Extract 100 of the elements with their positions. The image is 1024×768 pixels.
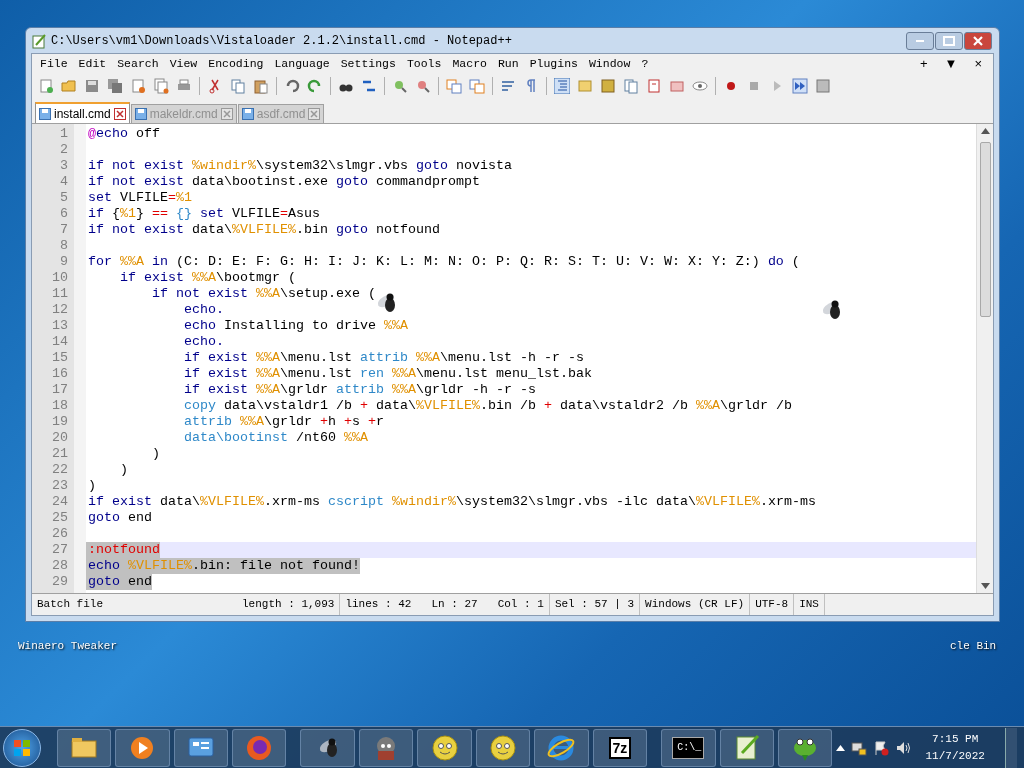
menu-item[interactable]: Search (112, 54, 164, 73)
line-number: 13 (52, 318, 68, 334)
editor-line[interactable]: if not exist %%A\setup.exe ( (86, 286, 976, 302)
line-number: 14 (52, 334, 68, 350)
close-icon[interactable] (113, 107, 126, 120)
line-number: 23 (52, 478, 68, 494)
code-line: ) (151, 446, 160, 462)
start-button[interactable] (3, 728, 41, 767)
editor-line[interactable]: if exist %%A\bootmgr ( (86, 270, 976, 286)
editor-line[interactable]: copy data\vstaldr1 /b + data\%VLFILE%.bin /b + data\vstaldr2 /b %%A\grldr /b (86, 398, 976, 414)
line-number: 10 (52, 270, 68, 286)
editor-line[interactable]: goto end (86, 574, 976, 590)
menu-item[interactable]: Edit (73, 54, 112, 73)
line-number: 24 (52, 494, 68, 510)
scrollbar-thumb[interactable] (979, 142, 991, 317)
status-text: Sel : 57 | 3 (554, 597, 635, 613)
editor-line[interactable]: if {%1} == {} set VLFILE=Asus (86, 206, 976, 222)
line-number: 8 (60, 238, 68, 254)
code-line: ) (119, 462, 128, 478)
maximize-button[interactable] (935, 31, 963, 50)
taskbar-button[interactable] (115, 728, 170, 767)
show-desktop-button[interactable] (1004, 727, 1017, 768)
desktop-icon-label[interactable]: Winaero Tweaker (18, 638, 118, 655)
editor-line[interactable]: if exist data\%VLFILE%.xrm-ms cscript %windir%\system32\slmgr.vbs -ilc data\%VLFILE%.xrm-ms (86, 494, 976, 510)
taskbar-button[interactable] (300, 728, 355, 767)
editor-line[interactable]: if not exist data\%VLFILE%.bin goto notfound (86, 222, 976, 238)
document-tab[interactable]: install.cmd (35, 102, 130, 123)
pages-icon[interactable] (623, 77, 639, 94)
status-text: Ln : 27 (431, 597, 478, 613)
menu-item[interactable]: Plugins (524, 54, 583, 73)
menu-item[interactable]: ? (636, 54, 654, 73)
menu-item[interactable]: Settings (335, 54, 401, 73)
editor-line[interactable]: @echo off (86, 126, 976, 142)
editor-line[interactable]: attrib %%A\grldr +h +s +r (86, 414, 976, 430)
taskbar-button[interactable]: C:\_ (661, 728, 716, 767)
menu-button[interactable]: ▼ (936, 53, 966, 74)
line-number: 1 (60, 126, 68, 142)
editor-line[interactable]: set VLFILE=%1 (86, 190, 976, 206)
taskbar-button[interactable] (56, 728, 112, 767)
up-caret-icon[interactable] (836, 744, 846, 751)
code-line: attrib %%A\grldr +h +s +r (182, 414, 384, 430)
minimize-button[interactable] (906, 31, 934, 50)
code-line: if exist %%A\menu.lst ren %%A\menu.lst menu_lst.bak (182, 366, 592, 382)
taskbar-button[interactable] (534, 728, 589, 767)
menu-item[interactable]: Macro (447, 54, 492, 73)
taskbar-button[interactable] (173, 728, 228, 767)
editor-line[interactable]: if not exist data\bootinst.exe goto commandprompt (86, 174, 976, 190)
vertical-scrollbar[interactable] (976, 124, 993, 593)
folder-icon[interactable] (577, 77, 593, 94)
taskbar-button[interactable]: 7z (592, 728, 648, 767)
menu-item[interactable]: Run (492, 54, 524, 73)
code-line: if exist %%A\bootmgr ( (119, 270, 296, 286)
menu-item[interactable]: Window (583, 54, 636, 73)
editor-line[interactable]: echo %VLFILE%.bin: file not found! (86, 558, 976, 574)
menu-button[interactable]: + (911, 53, 936, 74)
paste-icon[interactable] (253, 77, 269, 94)
editor-line[interactable]: goto end (86, 510, 976, 526)
editor-line[interactable]: ) (86, 478, 976, 494)
fast-forward-icon[interactable] (792, 77, 808, 94)
editor-line[interactable]: echo Installing to drive %%A (86, 318, 976, 334)
editor-line[interactable]: data\bootinst /nt60 %%A (86, 430, 976, 446)
up-arrow-icon[interactable] (980, 128, 990, 134)
flag-icon[interactable] (873, 739, 890, 756)
down-arrow-icon[interactable] (980, 583, 990, 589)
network-icon[interactable] (851, 739, 868, 756)
new-file-icon[interactable] (38, 77, 54, 94)
editor-line[interactable]: if not exist %windir%\system32\slmgr.vbs goto novista (86, 158, 976, 174)
clock[interactable]: 7:15 PM 11/7/2022 (925, 731, 985, 764)
folder-icon[interactable] (61, 77, 77, 94)
line-number: 7 (60, 222, 68, 238)
taskbar-button[interactable] (475, 728, 531, 767)
menu-item[interactable]: View (164, 54, 203, 73)
status-text: UTF-8 (755, 597, 789, 613)
menu-item[interactable]: File (35, 54, 73, 73)
smiley-icon (488, 732, 518, 763)
editor-line[interactable]: if exist %%A\grldr attrib %%A\grldr -h -r -s (86, 382, 976, 398)
menu-item[interactable]: Encoding (203, 54, 269, 73)
taskbar-button[interactable] (719, 728, 775, 767)
editor-line[interactable]: echo. (86, 334, 976, 350)
line-number: 22 (52, 462, 68, 478)
smiley-icon (429, 732, 460, 763)
desktop-icon-label[interactable]: cle Bin (950, 638, 997, 655)
menu-button[interactable]: × (966, 53, 990, 74)
close-button[interactable] (964, 31, 992, 50)
menu-item[interactable]: Language (269, 54, 335, 73)
line-number: 19 (52, 414, 68, 430)
code-line: for %%A in (C: D: E: F: G: H: I: J: K: L: M: N: O: P: Q: R: S: T: U: V: W: X: Y: Z:) do ( (87, 254, 800, 270)
editor-line[interactable]: echo. (86, 302, 976, 318)
code-line: @echo off (87, 126, 160, 142)
indent-guide-icon[interactable] (554, 77, 570, 94)
editor-line[interactable]: ) (86, 462, 976, 478)
editor-line[interactable]: ) (86, 446, 976, 462)
copy-icon[interactable] (230, 77, 246, 94)
floppy-disks-icon[interactable] (107, 77, 123, 94)
taskbar-button[interactable] (417, 728, 472, 767)
editor-line[interactable]: for %%A in (C: D: E: F: G: H: I: J: K: L: M: N: O: P: Q: R: S: T: U: V: W: X: Y: Z:) do ( (86, 254, 976, 270)
menu-item[interactable]: Tools (401, 54, 447, 73)
editor-line[interactable]: if exist %%A\menu.lst attrib %%A\menu.lst -h -r -s (86, 350, 976, 366)
line-number: 21 (52, 446, 68, 462)
editor-line[interactable]: if exist %%A\menu.lst ren %%A\menu.lst menu_lst.bak (86, 366, 976, 382)
